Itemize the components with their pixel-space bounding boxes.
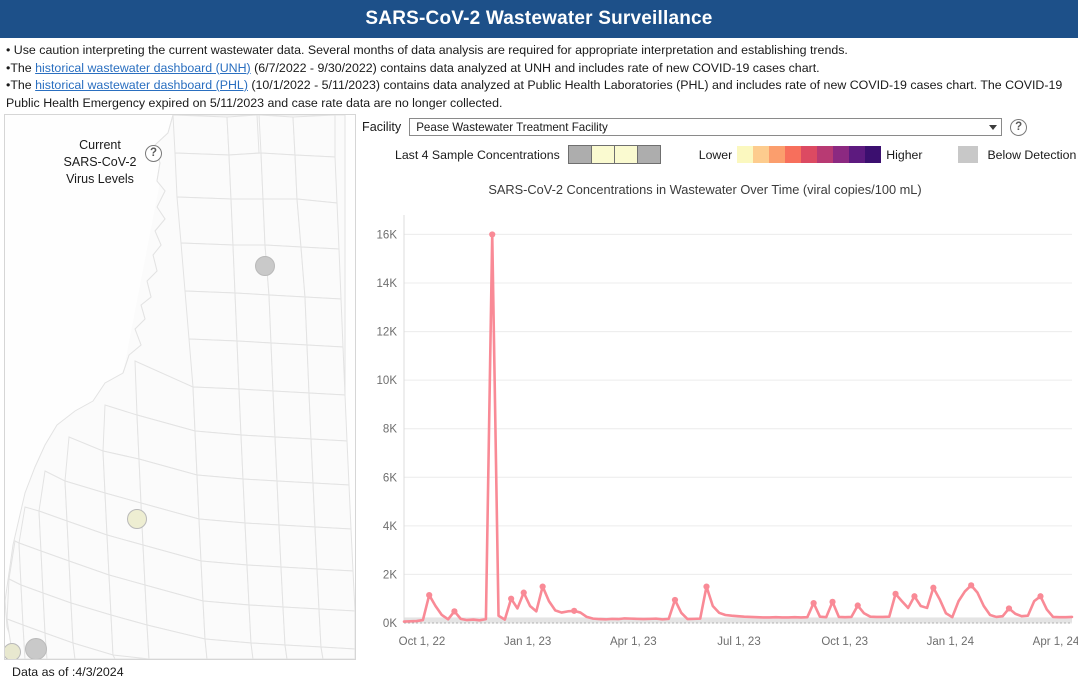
timeseries-chart[interactable]: 0K 2K 4K 6K 8K 10K 12K 14K 16K Oct 1, 22 Jan 1, 23… bbox=[362, 205, 1078, 657]
map-legend-line-1: Current bbox=[79, 138, 121, 152]
map-marker-central[interactable] bbox=[127, 509, 147, 529]
map-marker-south-west-edge[interactable] bbox=[5, 643, 21, 659]
scale-higher-label: Higher bbox=[886, 147, 923, 162]
facility-selector-row: Facility Pease Wastewater Treatment Faci… bbox=[362, 114, 1078, 136]
scale-band-9 bbox=[865, 146, 882, 163]
state-map[interactable]: Current SARS-CoV-2 Virus Levels ? bbox=[4, 114, 356, 660]
svg-text:2K: 2K bbox=[383, 569, 397, 581]
last4-swatches bbox=[567, 145, 661, 164]
below-detection-swatch bbox=[958, 146, 979, 163]
map-help-icon[interactable]: ? bbox=[145, 145, 162, 162]
historical-dashboard-unh-link[interactable]: historical wastewater dashboard (UNH) bbox=[35, 61, 251, 75]
chart-legend: Last 4 Sample Concentrations Lower Highe… bbox=[362, 145, 1078, 164]
map-marker-seacoast[interactable] bbox=[255, 256, 275, 276]
map-marker-south-west[interactable] bbox=[25, 638, 47, 659]
scale-band-3 bbox=[769, 146, 786, 163]
svg-text:8K: 8K bbox=[383, 424, 397, 436]
svg-text:6K: 6K bbox=[383, 472, 397, 484]
scale-gradient bbox=[737, 146, 882, 163]
facility-label: Facility bbox=[362, 120, 402, 134]
last4-swatch-4 bbox=[637, 146, 660, 163]
facility-dropdown[interactable]: Pease Wastewater Treatment Facility bbox=[409, 118, 1003, 136]
last4-swatch-1 bbox=[568, 146, 592, 163]
svg-text:12K: 12K bbox=[377, 327, 398, 339]
main-content: Current SARS-CoV-2 Virus Levels ? Data a… bbox=[0, 114, 1078, 684]
last4-label: Last 4 Sample Concentrations bbox=[395, 147, 560, 162]
notes-block: • Use caution interpreting the current w… bbox=[0, 38, 1078, 114]
page-title: SARS-CoV-2 Wastewater Surveillance bbox=[365, 8, 713, 29]
map-legend-line-3: Virus Levels bbox=[66, 172, 134, 186]
historical-dashboard-phl-link[interactable]: historical wastewater dashboard (PHL) bbox=[35, 78, 248, 92]
svg-text:4K: 4K bbox=[383, 521, 397, 533]
facility-selected-value: Pease Wastewater Treatment Facility bbox=[416, 120, 608, 134]
map-boundaries bbox=[5, 115, 355, 659]
chart-panel: Facility Pease Wastewater Treatment Faci… bbox=[356, 114, 1078, 657]
last4-swatch-3 bbox=[614, 146, 638, 163]
scale-band-2 bbox=[753, 146, 770, 163]
last4-swatch-2 bbox=[591, 146, 615, 163]
svg-text:Oct 1, 23: Oct 1, 23 bbox=[821, 636, 868, 648]
app-header: SARS-CoV-2 Wastewater Surveillance bbox=[0, 0, 1078, 38]
data-as-of-label: Data as of :4/3/2024 bbox=[12, 665, 124, 679]
below-detection-label: Below Detection bbox=[987, 147, 1077, 162]
chart-svg: 0K 2K 4K 6K 8K 10K 12K 14K 16K Oct 1, 22 Jan 1, 23… bbox=[377, 215, 1078, 648]
svg-text:Jan 1, 23: Jan 1, 23 bbox=[504, 636, 551, 648]
svg-text:Jul 1, 23: Jul 1, 23 bbox=[717, 636, 760, 648]
svg-text:16K: 16K bbox=[377, 229, 398, 241]
note-3-pre: •The bbox=[6, 78, 36, 92]
scale-lower-label: Lower bbox=[698, 147, 733, 162]
concentration-scale: Lower Higher bbox=[698, 146, 923, 163]
scale-band-4 bbox=[785, 146, 802, 163]
map-legend-line-2: SARS-CoV-2 bbox=[63, 155, 137, 169]
scale-band-7 bbox=[833, 146, 850, 163]
scale-band-5 bbox=[801, 146, 818, 163]
svg-text:14K: 14K bbox=[377, 278, 398, 290]
note-line-1: • Use caution interpreting the current w… bbox=[6, 43, 848, 57]
svg-text:Apr 1, 24: Apr 1, 24 bbox=[1033, 636, 1078, 648]
map-panel: Current SARS-CoV-2 Virus Levels ? Data a… bbox=[4, 114, 356, 679]
svg-text:10K: 10K bbox=[377, 375, 398, 387]
svg-text:Apr 1, 23: Apr 1, 23 bbox=[610, 636, 657, 648]
note-2-pre: •The bbox=[6, 60, 36, 75]
chart-title: SARS-CoV-2 Concentrations in Wastewater … bbox=[488, 182, 922, 197]
svg-text:Oct 1, 22: Oct 1, 22 bbox=[399, 636, 446, 648]
note-line-2: •The historical wastewater dashboard (UN… bbox=[6, 60, 1072, 78]
chevron-down-icon bbox=[989, 124, 998, 130]
note-line-3: •The historical wastewater dashboard (PH… bbox=[6, 77, 1072, 112]
scale-band-6 bbox=[817, 146, 834, 163]
map-legend-title: Current SARS-CoV-2 Virus Levels bbox=[45, 137, 155, 188]
facility-help-icon[interactable]: ? bbox=[1010, 118, 1028, 136]
scale-band-8 bbox=[849, 146, 866, 163]
scale-band-1 bbox=[737, 146, 754, 163]
svg-text:Jan 1, 24: Jan 1, 24 bbox=[927, 636, 975, 648]
note-2-post: (6/7/2022 - 9/30/2022) contains data ana… bbox=[250, 60, 820, 75]
svg-text:0K: 0K bbox=[383, 618, 397, 630]
